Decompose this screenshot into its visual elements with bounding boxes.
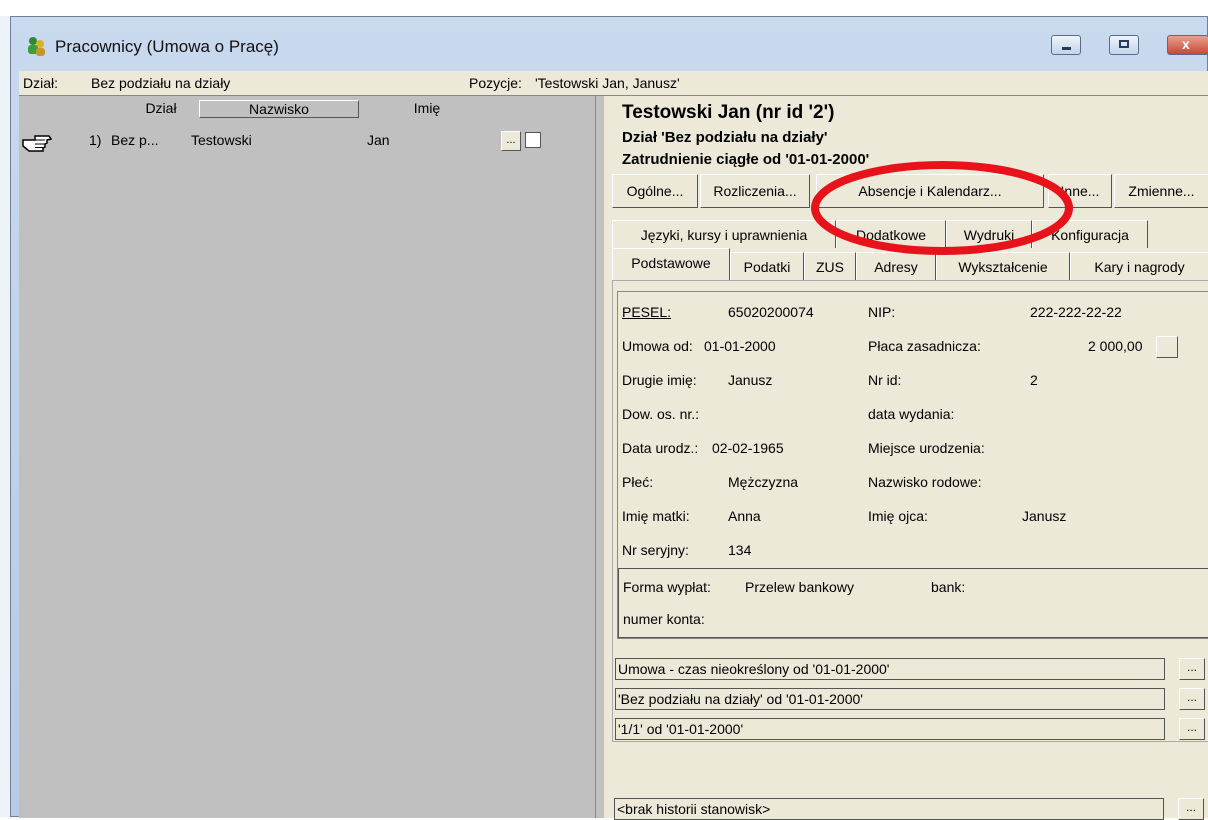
- nr-seryjny-value: 134: [728, 542, 752, 558]
- column-header-nazwisko[interactable]: Nazwisko: [199, 100, 359, 118]
- employee-dept: Dział 'Bez podziału na działy': [622, 129, 828, 146]
- nazwisko-rodowe-label: Nazwisko rodowe:: [868, 474, 982, 490]
- nip-label: NIP:: [868, 304, 896, 320]
- payment-group: Forma wypłat: Przelew bankowy bank: nume…: [618, 568, 1208, 638]
- placa-label: Płaca zasadnicza:: [868, 338, 981, 354]
- dzial-value: Bez podziału na działy: [91, 75, 231, 91]
- imie-matki-value: Anna: [728, 508, 761, 524]
- row-nazwisko: Testowski: [191, 132, 252, 148]
- history-contract-button[interactable]: ...: [1179, 658, 1205, 680]
- people-icon: [28, 37, 45, 56]
- row-dzial: Bez p...: [111, 132, 159, 148]
- employee-list: Dział Nazwisko Imię 1) Bez p... Testowsk…: [19, 96, 596, 818]
- maximize-icon: [1119, 40, 1129, 48]
- placa-details-button[interactable]: [1156, 336, 1178, 358]
- history-department-button[interactable]: ...: [1179, 688, 1205, 710]
- imie-matki-label: Imię matki:: [622, 508, 690, 524]
- employee-title: Testowski Jan (nr id '2'): [622, 102, 835, 123]
- rozliczenia-button[interactable]: Rozliczenia...: [700, 174, 810, 208]
- minimize-button[interactable]: [1051, 35, 1081, 55]
- close-button[interactable]: x: [1167, 35, 1208, 55]
- bank-label: bank:: [931, 579, 966, 595]
- pesel-label: PESEL:: [622, 304, 672, 320]
- drugie-imie-label: Drugie imię:: [622, 372, 697, 388]
- ogolne-button[interactable]: Ogólne...: [612, 174, 698, 208]
- minimize-icon: [1062, 47, 1071, 50]
- data-wydania-label: data wydania:: [868, 406, 955, 422]
- row-number: 1): [89, 132, 102, 148]
- row-imie: Jan: [367, 132, 390, 148]
- tab-kary-nagrody[interactable]: Kary i nagrody: [1070, 252, 1208, 280]
- nip-value: 222-222-22-22: [1030, 304, 1122, 320]
- title-bar[interactable]: Pracownicy (Umowa o Pracę) x: [11, 17, 1208, 71]
- tab-podatki[interactable]: Podatki: [730, 252, 804, 280]
- hand-pointer-icon: [22, 135, 53, 152]
- details-fields-group: PESEL: 65020200074 NIP: 222-222-22-22 Um…: [617, 291, 1208, 639]
- imie-ojca-value: Janusz: [1022, 508, 1067, 524]
- top-edge: [0, 0, 1208, 16]
- data-urodzenia-value: 02-02-1965: [712, 440, 784, 456]
- close-icon: x: [1182, 36, 1190, 52]
- tab-podstawowe[interactable]: Podstawowe: [612, 248, 730, 280]
- plec-label: Płeć:: [622, 474, 654, 490]
- umowa-label: Umowa od:: [622, 338, 693, 354]
- history-etat: '1/1' od '01-01-2000': [615, 718, 1165, 740]
- basic-details-panel: PESEL: 65020200074 NIP: 222-222-22-22 Um…: [612, 280, 1208, 742]
- dzial-label: Dział:: [23, 75, 59, 91]
- nr-seryjny-label: Nr seryjny:: [622, 542, 689, 558]
- highlight-ellipse-stroke: [811, 161, 1073, 255]
- history-contract: Umowa - czas nieokreślony od '01-01-2000…: [615, 658, 1165, 680]
- forma-wyplat-label: Forma wypłat:: [623, 579, 711, 595]
- app-window: Pracownicy (Umowa o Pracę) x Dział: Bez …: [10, 16, 1208, 820]
- nrid-label: Nr id:: [868, 372, 902, 388]
- highlight-ellipse: [811, 161, 1073, 255]
- miejsce-urodzenia-label: Miejsce urodzenia:: [868, 440, 985, 456]
- column-header-imie[interactable]: Imię: [407, 100, 447, 118]
- imie-ojca-label: Imię ojca:: [868, 508, 928, 524]
- list-item[interactable]: 1) Bez p... Testowski Jan ...: [19, 126, 595, 158]
- drugie-imie-value: Janusz: [728, 372, 773, 388]
- data-urodzenia-label: Data urodz.:: [622, 440, 699, 456]
- history-etat-button[interactable]: ...: [1179, 718, 1205, 740]
- pesel-value: 65020200074: [728, 304, 814, 320]
- dowod-label: Dow. os. nr.:: [622, 406, 700, 422]
- pozycja-value: 'Testowski Jan, Janusz': [535, 75, 680, 91]
- plec-value: Mężczyzna: [728, 474, 799, 490]
- desktop-strip: [0, 0, 10, 817]
- window-title: Pracownicy (Umowa o Pracę): [55, 37, 279, 56]
- umowa-value: 01-01-2000: [704, 338, 776, 354]
- history-department: 'Bez podziału na działy' od '01-01-2000': [615, 688, 1165, 710]
- row-details-button[interactable]: ...: [501, 131, 521, 151]
- nrid-value: 2: [1030, 372, 1038, 388]
- info-bar: Dział: Bez podziału na działy Pozycje: '…: [19, 71, 1208, 96]
- maximize-button[interactable]: [1109, 35, 1139, 55]
- row-checkbox[interactable]: [525, 132, 541, 148]
- forma-wyplat-value: Przelew bankowy: [745, 579, 854, 595]
- zmienne-button[interactable]: Zmienne...: [1114, 174, 1208, 208]
- numer-konta-label: numer konta:: [623, 611, 705, 627]
- pozycja-label: Pozycje:: [469, 75, 522, 91]
- column-header-dzial[interactable]: Dział: [131, 100, 191, 118]
- placa-value: 2 000,00: [1088, 338, 1143, 354]
